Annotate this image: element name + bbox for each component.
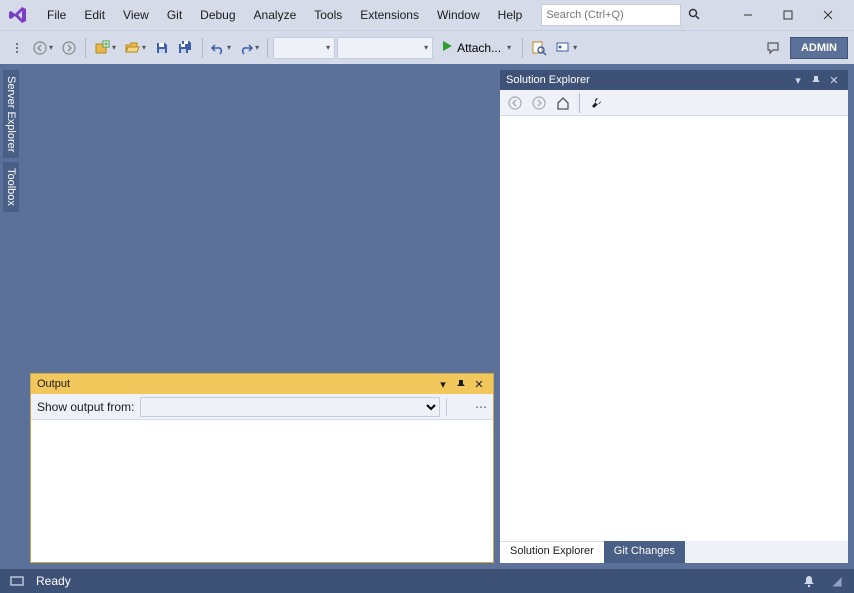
sln-forward-button[interactable] — [528, 92, 550, 114]
tab-server-explorer[interactable]: Server Explorer — [3, 70, 19, 158]
solution-explorer-title-label: Solution Explorer — [506, 74, 590, 86]
menu-view[interactable]: View — [114, 4, 158, 26]
solution-explorer-panel: Solution Explorer ▾ ✕ Soluti — [500, 70, 848, 563]
home-icon[interactable] — [552, 92, 574, 114]
search-icon — [688, 8, 700, 23]
bell-icon[interactable] — [800, 574, 818, 588]
attach-label: Attach... — [457, 41, 501, 55]
open-file-button[interactable]: ▾ — [121, 37, 149, 59]
menu-help[interactable]: Help — [489, 4, 532, 26]
tab-toolbox[interactable]: Toolbox — [3, 162, 19, 212]
solution-explorer-titlebar[interactable]: Solution Explorer ▾ ✕ — [500, 70, 848, 90]
pin-icon[interactable] — [808, 72, 824, 88]
menu-extensions[interactable]: Extensions — [351, 4, 428, 26]
main-area: Server Explorer Toolbox Output ▾ ✕ Show … — [0, 64, 854, 569]
menu-debug[interactable]: Debug — [191, 4, 244, 26]
menu-edit[interactable]: Edit — [75, 4, 114, 26]
toolbar-options-icon[interactable] — [6, 37, 28, 59]
menu-window[interactable]: Window — [428, 4, 489, 26]
output-titlebar[interactable]: Output ▾ ✕ — [31, 374, 493, 394]
maximize-button[interactable] — [768, 2, 808, 28]
overflow-icon[interactable]: ⋯ — [475, 400, 487, 414]
admin-badge-button[interactable]: ADMIN — [790, 37, 848, 59]
feedback-button[interactable] — [762, 37, 784, 59]
menu-bar: File Edit View Git Debug Analyze Tools E… — [0, 0, 854, 30]
close-icon[interactable]: ✕ — [826, 72, 842, 88]
vs-logo-icon — [6, 3, 30, 27]
main-toolbar: ▾ ▾ ▾ ▾ ▾ ▾ ▾ Attach... ▾ ▾ — [0, 30, 854, 64]
solution-explorer-tabstrip: Solution Explorer Git Changes — [500, 541, 848, 563]
wrench-icon[interactable] — [585, 92, 607, 114]
menu-file[interactable]: File — [38, 4, 75, 26]
document-well — [22, 64, 494, 367]
live-share-button[interactable]: ▾ — [552, 37, 580, 59]
show-output-from-label: Show output from: — [37, 400, 134, 414]
menu-analyze[interactable]: Analyze — [245, 4, 306, 26]
pin-icon[interactable] — [453, 376, 469, 392]
status-text: Ready — [36, 574, 71, 588]
resize-grip-icon[interactable]: ◢ — [828, 574, 846, 588]
status-bar: Ready ◢ — [0, 569, 854, 593]
redo-button[interactable]: ▾ — [236, 37, 262, 59]
menu-git[interactable]: Git — [158, 4, 191, 26]
nav-forward-button[interactable] — [58, 37, 80, 59]
solution-platform-combo[interactable]: ▾ — [337, 37, 433, 59]
close-button[interactable] — [808, 2, 848, 28]
new-project-button[interactable]: ▾ — [91, 37, 119, 59]
minimize-button[interactable] — [728, 2, 768, 28]
left-dock: Server Explorer Toolbox — [0, 64, 22, 569]
menu-tools[interactable]: Tools — [305, 4, 351, 26]
center-region: Output ▾ ✕ Show output from: ⋯ — [22, 64, 494, 569]
chevron-down-icon[interactable]: ▾ — [435, 376, 451, 392]
save-all-button[interactable] — [175, 37, 197, 59]
nav-back-button[interactable]: ▾ — [30, 37, 56, 59]
close-icon[interactable]: ✕ — [471, 376, 487, 392]
find-in-files-button[interactable] — [528, 37, 550, 59]
output-body[interactable] — [31, 420, 493, 562]
save-button[interactable] — [151, 37, 173, 59]
tab-solution-explorer[interactable]: Solution Explorer — [500, 541, 604, 563]
search-box[interactable] — [541, 4, 681, 26]
tab-git-changes[interactable]: Git Changes — [604, 541, 685, 563]
sln-back-button[interactable] — [504, 92, 526, 114]
search-input[interactable] — [546, 9, 688, 21]
chevron-down-icon[interactable]: ▾ — [790, 72, 806, 88]
output-panel: Output ▾ ✕ Show output from: ⋯ — [30, 373, 494, 563]
attach-debugger-button[interactable]: Attach... ▾ — [435, 37, 517, 59]
solution-config-combo[interactable]: ▾ — [273, 37, 335, 59]
output-source-combo[interactable] — [140, 397, 440, 417]
status-rect-icon — [8, 575, 26, 587]
undo-button[interactable]: ▾ — [208, 37, 234, 59]
output-title-label: Output — [37, 378, 70, 390]
output-toolbar: Show output from: ⋯ — [31, 394, 493, 420]
solution-explorer-tree[interactable] — [500, 116, 848, 541]
play-icon — [441, 40, 453, 55]
solution-explorer-toolbar — [500, 90, 848, 116]
